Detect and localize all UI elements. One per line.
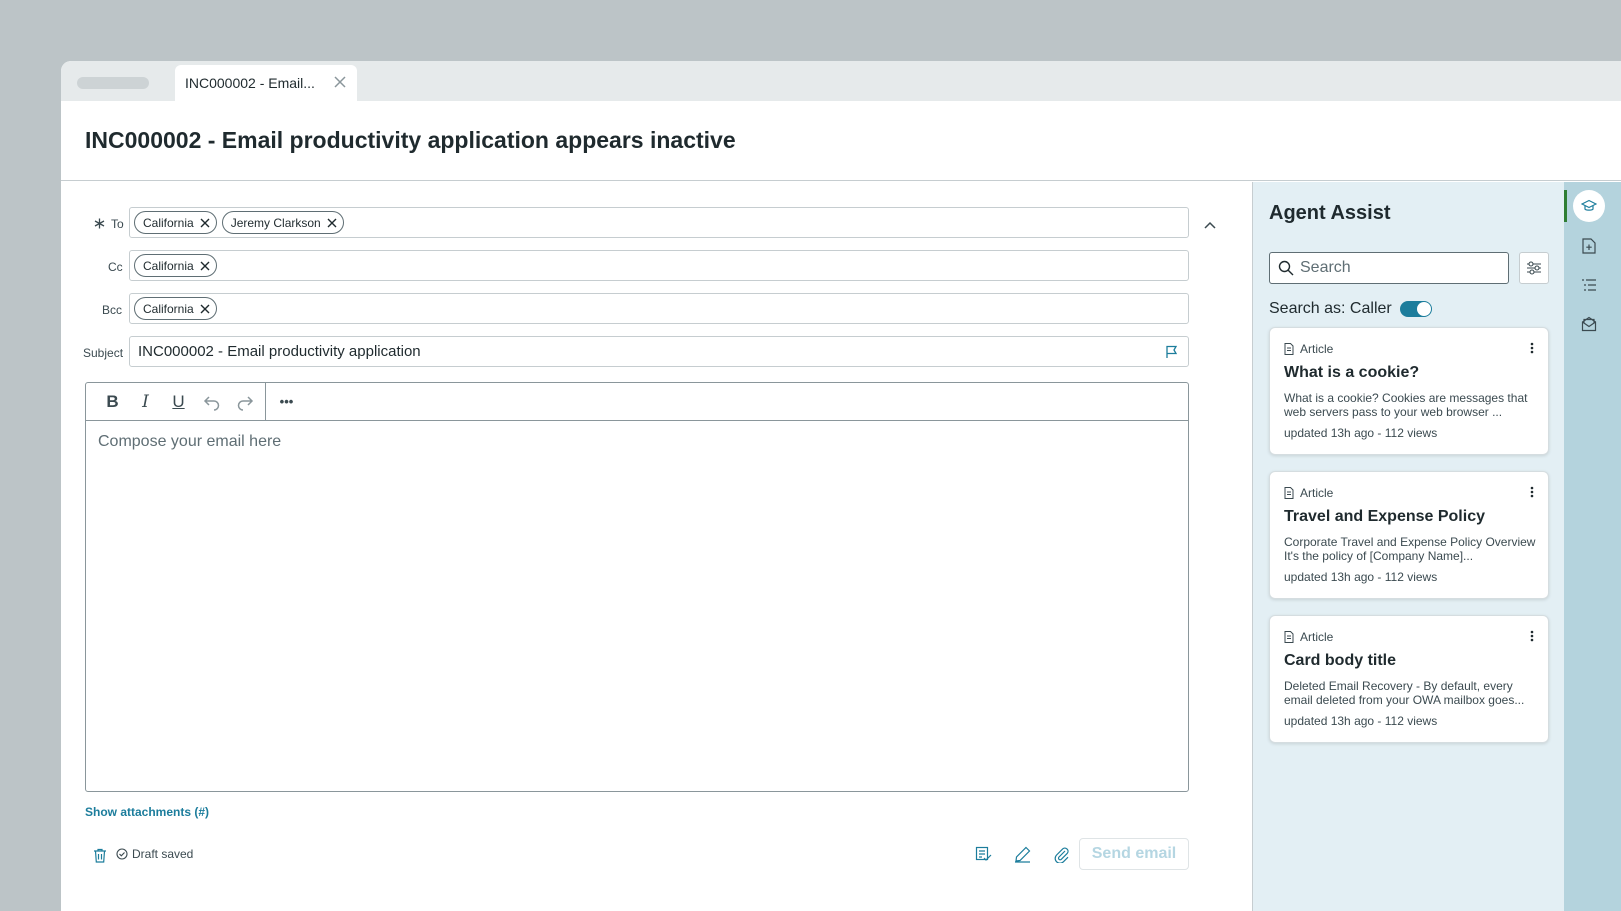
remove-chip-icon[interactable] <box>200 261 210 271</box>
card-type: Article <box>1284 486 1333 500</box>
rail-item-new-document[interactable] <box>1573 230 1605 262</box>
subject-label: Subject <box>83 346 124 360</box>
email-editor: B I U ••• Compose your email here <box>85 382 1189 792</box>
sliders-icon <box>1527 261 1541 275</box>
card-meta: updated 13h ago - 112 views <box>1284 426 1438 440</box>
card-type: Article <box>1284 630 1333 644</box>
to-field[interactable]: California Jeremy Clarkson <box>129 207 1189 238</box>
template-icon[interactable] <box>975 846 992 863</box>
more-vertical-icon[interactable] <box>1530 342 1534 354</box>
filter-button[interactable] <box>1519 252 1549 284</box>
redo-icon <box>237 395 253 411</box>
to-label: To <box>111 217 124 231</box>
remove-chip-icon[interactable] <box>200 218 210 228</box>
document-icon <box>1284 487 1294 499</box>
search-as-label: Search as: Caller <box>1269 300 1392 317</box>
email-compose: To California Jeremy Clarkson Cc Califor… <box>61 182 1252 911</box>
agent-assist-panel: Agent Assist Search as: Caller Article <box>1252 182 1564 911</box>
email-body-input[interactable]: Compose your email here <box>86 421 1188 791</box>
app-window: INC000002 - Email... INC000002 - Email p… <box>61 61 1621 911</box>
card-meta: updated 13h ago - 112 views <box>1284 714 1438 728</box>
editor-toolbar: B I U ••• <box>86 382 1188 421</box>
remove-chip-icon[interactable] <box>327 218 337 228</box>
search-input[interactable] <box>1300 259 1490 277</box>
card-type: Article <box>1284 342 1333 356</box>
card-title: What is a cookie? <box>1284 364 1420 381</box>
toolbar-divider <box>265 382 266 421</box>
card-title: Travel and Expense Policy <box>1284 508 1485 525</box>
document-icon <box>1284 631 1294 643</box>
search-as-toggle[interactable] <box>1399 301 1432 317</box>
article-card[interactable]: Article Card body title Deleted Email Re… <box>1269 615 1549 743</box>
assist-search[interactable] <box>1269 252 1509 284</box>
rail-item-inbox[interactable] <box>1573 308 1605 340</box>
check-circle-icon <box>116 848 128 860</box>
bcc-field[interactable]: California <box>129 293 1189 324</box>
page-title: INC000002 - Email productivity applicati… <box>85 127 736 153</box>
recipient-chip[interactable]: California <box>134 211 217 234</box>
italic-button[interactable]: I <box>129 387 162 417</box>
redo-button[interactable] <box>228 387 261 417</box>
rail-active-indicator <box>1564 190 1567 222</box>
card-meta: updated 13h ago - 112 views <box>1284 570 1438 584</box>
more-vertical-icon[interactable] <box>1530 486 1534 498</box>
bcc-label: Bcc <box>102 303 123 317</box>
inbox-icon <box>1581 316 1597 332</box>
more-vertical-icon[interactable] <box>1530 630 1534 642</box>
page-header: INC000002 - Email productivity applicati… <box>61 101 1621 181</box>
cc-label: Cc <box>108 260 123 274</box>
card-description: What is a cookie? Cookies are messages t… <box>1284 391 1528 419</box>
article-card[interactable]: Article Travel and Expense Policy Corpor… <box>1269 471 1549 599</box>
remove-chip-icon[interactable] <box>200 304 210 314</box>
article-card[interactable]: Article What is a cookie? What is a cook… <box>1269 327 1549 455</box>
flag-icon[interactable] <box>1165 345 1179 359</box>
undo-button[interactable] <box>195 387 228 417</box>
undo-icon <box>203 395 219 411</box>
rail-item-list[interactable] <box>1573 269 1605 301</box>
card-description: Deleted Email Recovery - By default, eve… <box>1284 679 1525 707</box>
draft-status: Draft saved <box>116 847 193 861</box>
more-options-button[interactable]: ••• <box>270 387 303 417</box>
card-description: Corporate Travel and Expense Policy Over… <box>1284 535 1536 563</box>
recipient-chip[interactable]: Jeremy Clarkson <box>221 211 344 234</box>
subject-input[interactable] <box>134 343 1114 360</box>
recipient-chip[interactable]: California <box>134 254 217 277</box>
tab-incident[interactable]: INC000002 - Email... <box>175 65 357 101</box>
assist-title: Agent Assist <box>1269 202 1391 224</box>
compose-footer: Draft saved Send email <box>85 835 1189 875</box>
tab-label: INC000002 - Email... <box>185 75 315 91</box>
signature-icon[interactable] <box>1014 846 1031 863</box>
tab-bar: INC000002 - Email... <box>61 61 1621 101</box>
underline-button[interactable]: U <box>162 387 195 417</box>
cc-field[interactable]: California <box>129 250 1189 281</box>
tab-placeholder[interactable] <box>77 77 149 89</box>
paperclip-icon[interactable] <box>1053 846 1070 863</box>
document-icon <box>1284 343 1294 355</box>
document-add-icon <box>1582 238 1596 254</box>
search-as-row: Search as: Caller <box>1269 300 1432 318</box>
search-icon <box>1278 260 1294 276</box>
required-icon <box>94 218 105 229</box>
graduation-cap-icon <box>1581 199 1597 211</box>
subject-field[interactable] <box>129 336 1189 367</box>
rail-item-knowledge[interactable] <box>1573 190 1605 222</box>
recipient-chip[interactable]: California <box>134 297 217 320</box>
send-email-button[interactable]: Send email <box>1079 838 1189 870</box>
card-title: Card body title <box>1284 652 1397 669</box>
bold-button[interactable]: B <box>96 387 129 417</box>
trash-icon[interactable] <box>93 848 107 863</box>
list-icon <box>1582 279 1596 291</box>
show-attachments-link[interactable]: Show attachments (#) <box>85 805 209 819</box>
close-icon[interactable] <box>331 73 349 91</box>
side-rail <box>1564 182 1621 911</box>
chevron-up-icon[interactable] <box>1202 217 1218 233</box>
